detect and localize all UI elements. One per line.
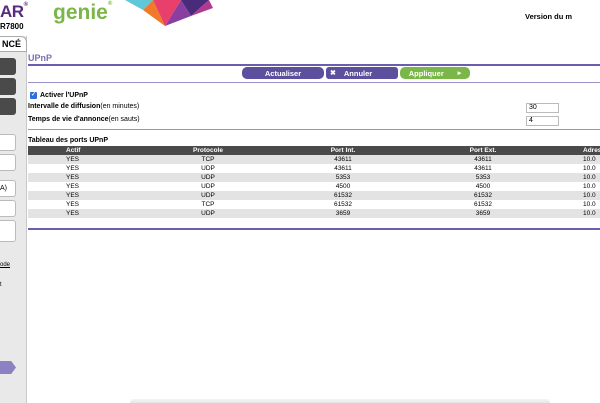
cell-active: YES <box>66 165 80 172</box>
cell-int-port: 5353 <box>335 174 351 181</box>
table-bottom-divider <box>28 228 600 230</box>
page-title: UPnP <box>28 53 53 63</box>
cell-active: YES <box>66 174 80 181</box>
col-header-address: Adres <box>583 147 600 154</box>
sidebar-item-2[interactable] <box>0 78 16 95</box>
action-toolbar: Actualiser ✖ Annuler Appliquer ▸ <box>242 67 470 79</box>
upnp-table-title: Tableau des ports UPnP <box>28 137 108 144</box>
genie-logo-text: genie® <box>53 1 113 24</box>
cell-ext-port: 61532 <box>473 192 493 199</box>
main-content: UPnP Actualiser ✖ Annuler Appliquer ▸ ✓ Ac… <box>28 36 600 403</box>
cell-protocol: TCP <box>201 156 215 163</box>
sidebar-item-5[interactable] <box>0 154 16 171</box>
cell-protocol: UDP <box>201 165 215 172</box>
cell-address: 10.0 <box>583 165 596 172</box>
cell-active: YES <box>66 183 80 190</box>
cancel-label: Annuler <box>343 68 373 78</box>
enable-upnp-row: ✓ Activer l'UPnP <box>30 92 88 99</box>
cell-protocol: UDP <box>201 192 215 199</box>
sidebar-text: t <box>0 282 2 288</box>
section-divider <box>28 129 600 130</box>
enable-upnp-label: Activer l'UPnP <box>40 92 88 99</box>
cell-address: 10.0 <box>583 174 596 181</box>
cell-int-port: 43611 <box>334 156 352 163</box>
sidebar-item-4[interactable] <box>0 134 16 151</box>
genie-logo-shapes-icon <box>125 0 213 26</box>
cell-address: 10.0 <box>583 201 596 208</box>
cancel-button[interactable]: ✖ Annuler <box>326 67 398 79</box>
broadcast-interval-row: Intervalle de diffusion(en minutes) <box>28 103 139 110</box>
cell-ext-port: 43611 <box>474 156 492 163</box>
table-row: YES UDP 43611 43611 10.0 <box>28 164 600 173</box>
table-row: YES UDP 5353 5353 10.0 <box>28 173 600 182</box>
col-header-protocol: Protocole <box>193 147 223 154</box>
firmware-version-label: Version du m <box>525 12 573 21</box>
upnp-ports-table: Actif Protocole Port Int. Port Ext. Adre… <box>28 146 600 218</box>
cell-protocol: UDP <box>201 210 215 217</box>
broadcast-interval-input[interactable]: 30 <box>526 103 559 113</box>
arrow-right-icon: ▸ <box>457 70 462 77</box>
tab-advanced[interactable]: NCÉ <box>0 36 27 52</box>
cell-protocol: UDP <box>201 174 215 181</box>
router-model: R7800 <box>0 22 24 31</box>
sidebar-item-7[interactable] <box>0 200 16 217</box>
broadcast-interval-unit: (en minutes) <box>100 103 140 110</box>
broadcast-interval-label: Intervalle de diffusion <box>28 103 101 110</box>
refresh-button[interactable]: Actualiser <box>242 67 324 79</box>
cell-ext-port: 61532 <box>473 201 493 208</box>
cell-ext-port: 3659 <box>475 210 491 217</box>
close-icon: ✖ <box>330 70 336 77</box>
apply-label: Appliquer <box>408 68 444 78</box>
cell-protocol: UDP <box>201 183 215 190</box>
cell-active: YES <box>66 156 80 163</box>
app-header: AR® genie® R7800 Version du m <box>0 0 600 36</box>
cell-address: 10.0 <box>583 183 596 190</box>
table-row: YES TCP 43611 43611 10.0 <box>28 155 600 164</box>
cell-ext-port: 4500 <box>475 183 491 190</box>
cell-active: YES <box>66 210 80 217</box>
advertisement-ttl-input[interactable]: 4 <box>526 116 559 126</box>
table-row: YES UDP 4500 4500 10.0 <box>28 182 600 191</box>
title-divider <box>28 64 600 66</box>
bottom-edge-shadow <box>130 399 550 403</box>
cell-int-port: 3659 <box>335 210 351 217</box>
enable-upnp-checkbox[interactable]: ✓ <box>30 92 37 99</box>
cell-protocol: TCP <box>201 201 215 208</box>
cell-active: YES <box>66 192 80 199</box>
sidebar-link[interactable]: ode <box>0 262 10 268</box>
brand-logo-text: AR® <box>0 2 28 21</box>
apply-button[interactable]: Appliquer ▸ <box>400 67 470 79</box>
cell-int-port: 61532 <box>333 201 353 208</box>
col-header-ext-port: Port Ext. <box>469 147 497 154</box>
toolbar-divider <box>28 82 600 83</box>
cell-address: 10.0 <box>583 192 596 199</box>
table-row: YES UDP 3659 3659 10.0 <box>28 209 600 218</box>
advertisement-ttl-row: Temps de vie d'annonce(en sauts) <box>28 116 140 123</box>
sidebar-item-1[interactable] <box>0 58 16 75</box>
sidebar-item-6[interactable]: A) <box>0 180 16 197</box>
cell-int-port: 43611 <box>334 165 352 172</box>
sidebar-arrow-button[interactable] <box>0 361 16 374</box>
table-header: Actif Protocole Port Int. Port Ext. Adre… <box>28 146 600 155</box>
advertisement-ttl-label: Temps de vie d'annonce <box>28 116 109 123</box>
advertisement-ttl-unit: (en sauts) <box>108 116 140 123</box>
table-row: YES TCP 61532 61532 10.0 <box>28 200 600 209</box>
cell-int-port: 4500 <box>335 183 351 190</box>
cell-int-port: 61532 <box>333 192 353 199</box>
cell-address: 10.0 <box>583 210 596 217</box>
left-sidebar: NCÉ A) ode t <box>0 36 27 403</box>
sidebar-item-3[interactable] <box>0 98 16 115</box>
cell-active: YES <box>66 201 80 208</box>
cell-ext-port: 43611 <box>474 165 492 172</box>
table-row: YES UDP 61532 61532 10.0 <box>28 191 600 200</box>
col-header-int-port: Port Int. <box>330 147 356 154</box>
cell-address: 10.0 <box>583 156 596 163</box>
refresh-label: Actualiser <box>264 68 302 78</box>
cell-ext-port: 5353 <box>475 174 491 181</box>
sidebar-item-8[interactable] <box>0 220 16 242</box>
col-header-active: Actif <box>66 147 81 154</box>
